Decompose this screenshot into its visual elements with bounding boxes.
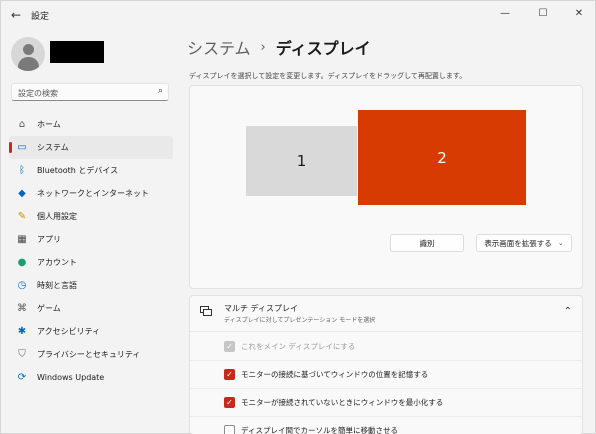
sidebar-item-11[interactable]: ⟳ Windows Update: [9, 366, 173, 389]
avatar-head: [23, 44, 34, 55]
option-main-display: ✓ これをメイン ディスプレイにする: [190, 334, 582, 358]
avatar[interactable]: [11, 37, 45, 71]
divider: [190, 416, 582, 417]
sidebar-item-label: ホーム: [37, 120, 61, 129]
main-content: システム › ディスプレイ ディスプレイを選択して設定を変更します。ディスプレイ…: [187, 29, 587, 434]
monitor-2-label: 2: [437, 148, 447, 167]
sidebar-item-label: アクセシビリティ: [37, 327, 101, 336]
sidebar-item-label: 時刻と言語: [37, 281, 77, 290]
brush-icon: ✎: [17, 211, 27, 222]
search-placeholder: 設定の検索: [18, 89, 58, 98]
display-arrangement-panel: 1 2 識別 表示画面を拡張する ⌄: [189, 85, 583, 289]
option-main-display-label: これをメイン ディスプレイにする: [241, 341, 356, 351]
title-bar: ← 設定 — ☐ ✕: [1, 1, 595, 29]
apps-icon: ▦: [17, 234, 27, 245]
identify-label: 識別: [419, 238, 435, 248]
checkbox-main-display: ✓: [224, 340, 235, 352]
sidebar-item-label: Bluetooth とデバイス: [37, 166, 119, 175]
sidebar-item-label: プライバシーとセキュリティ: [37, 350, 141, 359]
update-icon: ⟳: [17, 372, 27, 383]
wifi-icon: ◆: [18, 188, 26, 199]
checkbox-minimize-windows[interactable]: ✓: [224, 396, 235, 408]
nav-list: ⌂ ホーム ▭ システム ᛒ Bluetooth とデバイス ◆ ネットワークとインターネット…: [9, 113, 173, 389]
sidebar-item-4[interactable]: ✎ 個人用設定: [9, 205, 173, 228]
home-icon: ⌂: [18, 119, 26, 130]
option-minimize-windows[interactable]: ✓ モニターが接続されていないときにウィンドウを最小化する: [190, 390, 582, 414]
multi-display-subtitle: ディスプレイに対してプレゼンテーション モードを選択: [224, 317, 376, 324]
monitor-icon: ▭: [17, 142, 27, 153]
sidebar-item-1[interactable]: ▭ システム: [9, 136, 173, 159]
gamepad-icon: ⌘: [17, 303, 27, 314]
bluetooth-icon: ᛒ: [19, 165, 25, 176]
sidebar-item-2[interactable]: ᛒ Bluetooth とデバイス: [9, 159, 173, 182]
chevron-right-icon: ›: [260, 39, 266, 55]
sidebar-item-5[interactable]: ▦ アプリ: [9, 228, 173, 251]
minimize-button[interactable]: —: [491, 4, 519, 22]
sidebar: 設定の検索 ⌕ ⌂ ホーム ▭ システム ᛒ Bluetooth とデバイス ◆ ネットワーク…: [1, 29, 177, 434]
option-remember-positions[interactable]: ✓ モニターの接続に基づいてウィンドウの位置を記憶する: [190, 362, 582, 386]
monitor-2[interactable]: 2: [358, 110, 526, 205]
shield-icon: ⛉: [18, 349, 26, 360]
account-icon: ●: [17, 257, 27, 268]
sidebar-item-9[interactable]: ✱ アクセシビリティ: [9, 320, 173, 343]
divider: [190, 360, 582, 361]
settings-window: ← 設定 — ☐ ✕ 設定の検索 ⌕ ⌂ ホーム ▭ システム ᛒ Bluetooth と…: [0, 0, 596, 434]
multi-display-title: マルチ ディスプレイ: [224, 304, 298, 313]
window-title: 設定: [31, 12, 50, 22]
multi-display-icon: [200, 306, 212, 320]
multi-display-header[interactable]: マルチ ディスプレイ ディスプレイに対してプレゼンテーション モードを選択 ⌃: [190, 296, 582, 332]
breadcrumb: システム › ディスプレイ: [187, 35, 371, 59]
search-input[interactable]: 設定の検索 ⌕: [11, 83, 169, 101]
breadcrumb-system[interactable]: システム: [187, 35, 251, 59]
close-button[interactable]: ✕: [565, 4, 593, 22]
sidebar-item-7[interactable]: ◷ 時刻と言語: [9, 274, 173, 297]
page-title: ディスプレイ: [275, 39, 371, 58]
chevron-up-icon[interactable]: ⌃: [564, 306, 572, 317]
accessibility-icon: ✱: [17, 326, 27, 337]
option-ease-cursor[interactable]: ディスプレイ間でカーソルを簡単に移動させる: [190, 418, 582, 434]
avatar-body: [18, 57, 39, 71]
sidebar-item-6[interactable]: ● アカウント: [9, 251, 173, 274]
sidebar-item-label: Windows Update: [37, 373, 105, 382]
sidebar-item-label: ゲーム: [37, 304, 61, 313]
monitor-1[interactable]: 1: [246, 126, 357, 196]
option-minimize-windows-label: モニターが接続されていないときにウィンドウを最小化する: [241, 397, 444, 407]
redacted-username: [50, 41, 104, 63]
option-ease-cursor-label: ディスプレイ間でカーソルを簡単に移動させる: [241, 425, 398, 434]
multi-display-svg: [200, 306, 212, 316]
multi-display-section: マルチ ディスプレイ ディスプレイに対してプレゼンテーション モードを選択 ⌃ …: [189, 295, 583, 434]
sidebar-item-8[interactable]: ⌘ ゲーム: [9, 297, 173, 320]
sidebar-item-3[interactable]: ◆ ネットワークとインターネット: [9, 182, 173, 205]
chevron-down-icon: ⌄: [557, 239, 564, 247]
sidebar-item-10[interactable]: ⛉ プライバシーとセキュリティ: [9, 343, 173, 366]
identify-button[interactable]: 識別: [390, 234, 464, 252]
option-remember-positions-label: モニターの接続に基づいてウィンドウの位置を記憶する: [241, 369, 429, 379]
checkbox-ease-cursor[interactable]: [224, 424, 235, 434]
sidebar-item-label: 個人用設定: [37, 212, 77, 221]
display-mode-select[interactable]: 表示画面を拡張する ⌄: [476, 234, 572, 252]
back-arrow-icon[interactable]: ←: [7, 6, 25, 24]
sidebar-item-0[interactable]: ⌂ ホーム: [9, 113, 173, 136]
clock-globe-icon: ◷: [17, 280, 27, 291]
sidebar-item-label: システム: [37, 143, 69, 152]
display-mode-value: 表示画面を拡張する: [484, 238, 552, 248]
maximize-button[interactable]: ☐: [529, 4, 557, 22]
sidebar-item-label: ネットワークとインターネット: [37, 189, 149, 198]
divider: [190, 388, 582, 389]
search-icon[interactable]: ⌕: [158, 86, 163, 96]
checkbox-remember-positions[interactable]: ✓: [224, 368, 235, 380]
sidebar-item-label: アプリ: [37, 235, 61, 244]
monitor-1-label: 1: [296, 152, 307, 170]
arrange-description: ディスプレイを選択して設定を変更します。ディスプレイをドラッグして再配置します。: [189, 72, 467, 80]
sidebar-item-label: アカウント: [37, 258, 77, 267]
